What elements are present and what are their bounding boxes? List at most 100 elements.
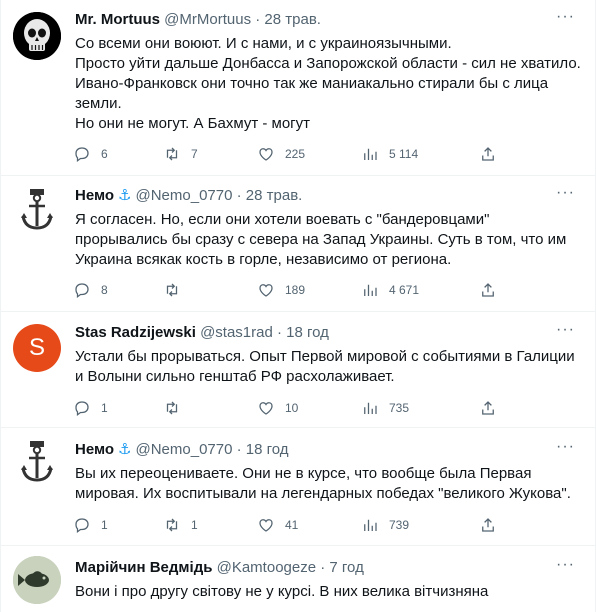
share-icon [482, 518, 494, 532]
tweet-text: Вони і про другу світову не у курсі. В н… [75, 582, 585, 602]
reply-icon [75, 147, 89, 163]
timestamp[interactable]: 7 год [329, 559, 363, 576]
views-button[interactable]: 4 671 [361, 280, 419, 300]
reply-button[interactable]: 1 [73, 515, 108, 535]
anchor-badge: ⚓ [118, 187, 132, 204]
tweet-text-line: земли. [75, 95, 122, 112]
like-count: 189 [285, 283, 306, 297]
more-icon[interactable]: ··· [556, 184, 575, 202]
anchor-badge: ⚓ [118, 441, 132, 458]
tweet[interactable]: Немо ⚓ @Nemo_0770 · 28 трав. ··· Я согласе… [1, 176, 595, 312]
more-icon[interactable]: ··· [556, 321, 575, 339]
action-bar: 6 7 225 5 114 [73, 144, 503, 164]
view-count: 735 [389, 401, 410, 415]
tweet-text-line: Со всеми они воюют. И с нами, и с украин… [75, 35, 452, 52]
tweet[interactable]: Немо ⚓ @Nemo_0770 · 18 год ··· Вы их перео… [1, 428, 595, 546]
views-icon [364, 402, 377, 414]
share-button[interactable] [479, 144, 497, 164]
reply-icon [75, 518, 89, 534]
tweet-text-line: и Волыни сильно генштаб РФ расхолаживает… [75, 368, 395, 385]
views-button[interactable]: 5 114 [361, 144, 418, 164]
reply-button[interactable]: 8 [73, 280, 108, 300]
timestamp[interactable]: 18 год [246, 441, 289, 458]
reply-count: 1 [101, 518, 108, 532]
user-handle[interactable]: @Nemo_0770 [136, 187, 233, 204]
avatar[interactable] [13, 438, 61, 486]
display-name[interactable]: Немо [75, 441, 114, 458]
tweet-text-line: Ивано-Франковск они точно так же маниака… [75, 75, 549, 92]
anchor-icon [13, 186, 61, 234]
views-icon [364, 519, 377, 531]
share-button[interactable] [479, 398, 497, 418]
retweet-icon [166, 401, 178, 415]
view-count: 739 [389, 518, 410, 532]
avatar[interactable] [13, 186, 61, 234]
avatar[interactable] [13, 556, 61, 604]
separator: · [236, 441, 242, 458]
tweet[interactable]: Mr. Mortuus @MrMortuus · 28 трав. ··· Со… [1, 0, 595, 176]
timestamp[interactable]: 28 трав. [246, 187, 303, 204]
display-name[interactable]: Немо [75, 187, 114, 204]
tweet-text: Я согласен. Но, если они хотели воевать … [75, 210, 585, 270]
share-icon [482, 147, 494, 161]
action-bar: 1 1 41 739 [73, 515, 503, 535]
tweet-text-line: мировая. Их воспитывали на легендарных п… [75, 485, 571, 502]
action-bar: 8 189 4 671 [73, 280, 503, 300]
retweet-button[interactable]: 7 [163, 144, 198, 164]
like-button[interactable]: 189 [257, 280, 305, 300]
reply-button[interactable]: 1 [73, 398, 108, 418]
reply-button[interactable]: 6 [73, 144, 108, 164]
more-icon[interactable]: ··· [556, 438, 575, 456]
display-name[interactable]: Stas Radzijewski [75, 324, 196, 341]
more-icon[interactable]: ··· [556, 556, 575, 574]
tweet-text: Со всеми они воюют. И с нами, и с украин… [75, 34, 585, 134]
tweet-text-line: Но они не могут. А Бахмут - могут [75, 115, 311, 132]
tweet-header: Mr. Mortuus @MrMortuus · 28 трав. [75, 10, 321, 30]
tweet-text-line: прорывались бы сразу с севера на Запад У… [75, 231, 567, 248]
user-handle[interactable]: @stas1rad [200, 324, 273, 341]
user-handle[interactable]: @Kamtoogeze [217, 559, 316, 576]
tweet-text-line: Просто уйти дальше Донбасса и Запорожско… [75, 55, 581, 72]
retweet-icon [166, 147, 178, 161]
tweet-text-line: Я согласен. Но, если они хотели воевать … [75, 211, 490, 228]
views-button[interactable]: 735 [361, 398, 409, 418]
more-icon[interactable]: ··· [556, 8, 575, 26]
like-button[interactable]: 10 [257, 398, 298, 418]
like-count: 41 [285, 518, 299, 532]
avatar[interactable] [13, 12, 61, 60]
like-button[interactable]: 225 [257, 144, 305, 164]
share-icon [482, 401, 494, 415]
heart-icon [259, 402, 273, 415]
reply-count: 8 [101, 283, 108, 297]
separator: · [277, 324, 282, 341]
retweet-button[interactable] [163, 280, 191, 300]
tweet-text: Устали бы прорываться. Опыт Первой миров… [75, 347, 585, 387]
share-button[interactable] [479, 280, 497, 300]
retweet-icon [166, 283, 178, 297]
like-button[interactable]: 41 [257, 515, 298, 535]
separator: · [236, 187, 242, 204]
views-button[interactable]: 739 [361, 515, 409, 535]
avatar[interactable]: S [13, 324, 61, 372]
display-name[interactable]: Mr. Mortuus [75, 11, 160, 28]
display-name[interactable]: Марійчин Ведмідь [75, 559, 212, 576]
tweet-header: Немо ⚓ @Nemo_0770 · 18 год [75, 440, 289, 460]
retweet-button[interactable]: 1 [163, 515, 198, 535]
tweet[interactable]: Марійчин Ведмідь @Kamtoogeze · 7 год ···… [1, 546, 595, 612]
timestamp[interactable]: 28 трав. [264, 11, 321, 28]
tweet-text-line: Вы их переоцениваете. Они не в курсе, чт… [75, 465, 532, 482]
tweet-header: Марійчин Ведмідь @Kamtoogeze · 7 год [75, 558, 364, 578]
anchor-icon [13, 438, 61, 486]
reply-thread: Mr. Mortuus @MrMortuus · 28 трав. ··· Со… [0, 0, 596, 612]
retweet-button[interactable] [163, 398, 191, 418]
user-handle[interactable]: @MrMortuus [164, 11, 251, 28]
user-handle[interactable]: @Nemo_0770 [136, 441, 233, 458]
heart-icon [259, 519, 273, 532]
tweet[interactable]: S Stas Radzijewski @stas1rad · 18 год ··… [1, 312, 595, 428]
retweet-count: 1 [191, 518, 198, 532]
retweet-icon [166, 518, 178, 532]
share-button[interactable] [479, 515, 497, 535]
timestamp[interactable]: 18 год [286, 324, 329, 341]
skull-icon [13, 12, 61, 60]
tweet-header: Stas Radzijewski @stas1rad · 18 год [75, 323, 329, 343]
